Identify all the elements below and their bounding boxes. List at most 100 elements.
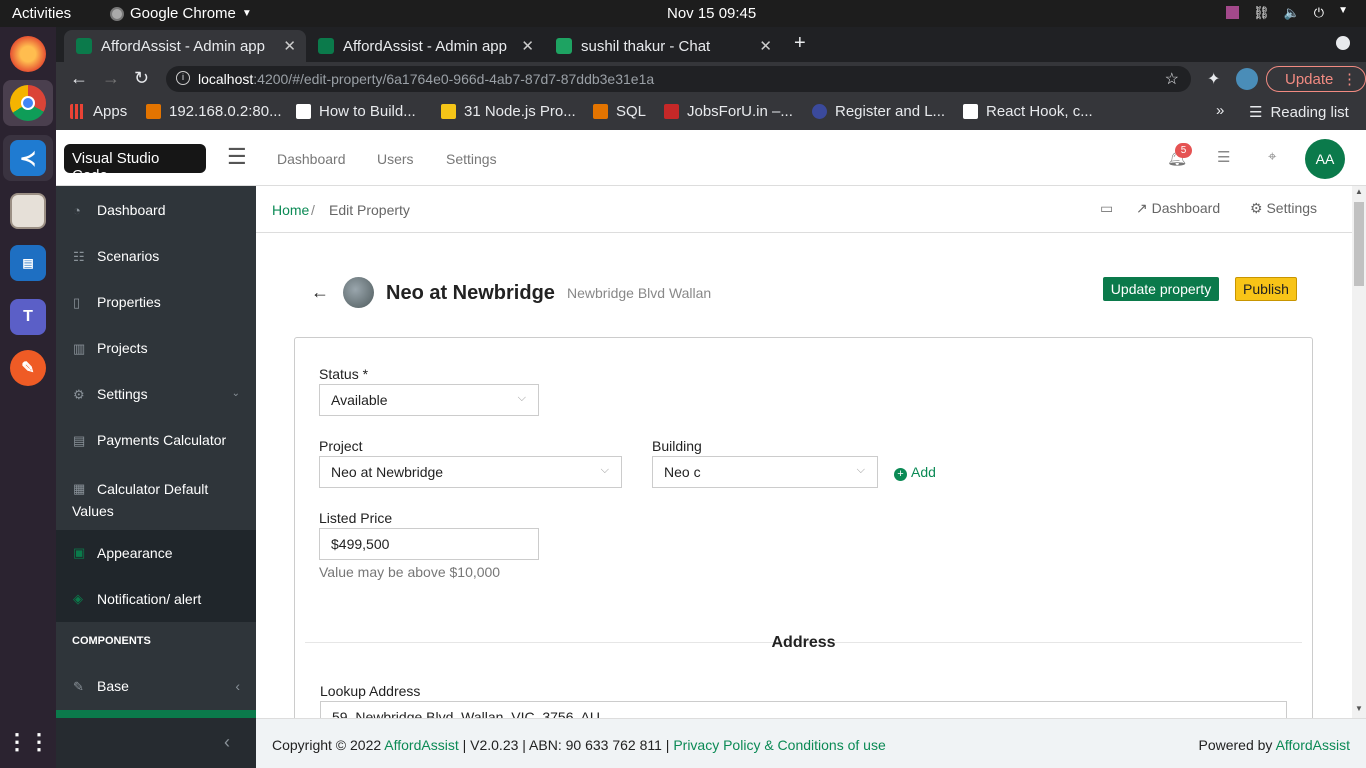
brand-link[interactable]: AffordAssist: [384, 737, 458, 753]
listed-price-input[interactable]: $499,500: [319, 528, 539, 560]
tab-affordassist-1[interactable]: AffordAssist - Admin app ✕: [64, 30, 306, 62]
postman-icon[interactable]: ✎: [10, 350, 46, 386]
update-property-button[interactable]: Update property: [1103, 277, 1219, 301]
back-icon[interactable]: ←: [70, 68, 88, 89]
hamburger-icon[interactable]: ☰: [227, 144, 247, 170]
firefox-icon[interactable]: [10, 36, 46, 72]
tab-search-icon[interactable]: [1336, 36, 1350, 50]
sidebar-item-label: Dashboard: [97, 202, 166, 218]
bookmark-item[interactable]: React Hook, c...: [963, 103, 1093, 120]
location-pin-icon[interactable]: ⌖: [1268, 148, 1276, 165]
jobs-icon: [664, 104, 679, 119]
privacy-policy-link[interactable]: Privacy Policy & Conditions of use: [673, 737, 885, 753]
url-input[interactable]: i localhost:4200/#/edit-property/6a1764e…: [166, 66, 1191, 92]
breadcrumb-action-label: Dashboard: [1151, 200, 1221, 216]
chrome-dock-icon[interactable]: [10, 85, 46, 121]
profile-avatar[interactable]: [1236, 68, 1258, 90]
sidebar-item-projects[interactable]: ▥ Projects: [56, 340, 256, 356]
new-tab-icon[interactable]: +: [794, 32, 806, 55]
breadcrumb-current: Edit Property: [329, 202, 410, 218]
breadcrumb: Home / Edit Property ▭ ↗ Dashboard ⚙ Set…: [256, 186, 1352, 233]
sidebar-item-label: Notification/ alert: [97, 591, 202, 607]
nav-settings[interactable]: Settings: [446, 151, 497, 167]
bar-chart-icon: ▥: [73, 341, 86, 356]
info-icon[interactable]: i: [176, 71, 190, 85]
tab-chat[interactable]: sushil thakur - Chat ✕: [544, 30, 782, 62]
sidebar-item-dashboard[interactable]: ◔ Dashboard: [56, 202, 256, 218]
nav-users[interactable]: Users: [377, 151, 414, 167]
publish-button[interactable]: Publish: [1235, 277, 1297, 301]
sidebar-item-settings[interactable]: ⚙ Settings ⌄: [56, 386, 256, 402]
listed-price-label: Listed Price: [319, 510, 393, 526]
close-icon[interactable]: ✕: [283, 37, 296, 55]
files-icon[interactable]: [10, 193, 46, 229]
price-hint: Value may be above $10,000: [319, 564, 501, 580]
sidebar-item-properties[interactable]: ▯ Properties: [56, 294, 256, 310]
sidebar-item-notification[interactable]: ◈ Notification/ alert: [56, 576, 256, 622]
update-label: Update: [1285, 71, 1334, 88]
app-root: ☰ Dashboard Users Settings 🔔︎ 5 ☰ ⌖ AA ◔…: [56, 130, 1366, 768]
scroll-up-icon[interactable]: ▲: [1355, 187, 1363, 196]
scroll-thumb[interactable]: [1354, 202, 1364, 286]
clock[interactable]: Nov 15 09:45: [667, 5, 756, 22]
breadcrumb-home[interactable]: Home: [272, 202, 309, 218]
sidebar-item-base[interactable]: ✎ Base ‹: [56, 678, 256, 694]
bookmark-item[interactable]: SQL: [593, 103, 646, 120]
status-value: Available: [331, 392, 388, 408]
writer-icon[interactable]: ▤: [10, 245, 46, 281]
breadcrumb-dashboard-link[interactable]: ↗ Dashboard: [1136, 200, 1220, 217]
update-button[interactable]: Update ⋮: [1266, 66, 1366, 92]
avatar[interactable]: AA: [1305, 139, 1345, 179]
bookmarks-overflow-icon[interactable]: »: [1216, 102, 1224, 119]
main-scrollbar[interactable]: ▲ ▼: [1352, 186, 1366, 718]
close-icon[interactable]: ✕: [759, 37, 772, 55]
sidebar-item-payments-calculator[interactable]: ▤ Payments Calculator: [56, 432, 256, 448]
url-path: :4200/#/edit-property/6a1764e0-966d-4ab7…: [253, 71, 655, 87]
app-header: ☰ Dashboard Users Settings 🔔︎ 5 ☰ ⌖ AA: [56, 130, 1366, 186]
add-building-button[interactable]: + Add: [894, 464, 936, 481]
list-icon[interactable]: ☰: [1217, 148, 1230, 166]
reading-list[interactable]: ☰ Reading list: [1249, 103, 1349, 122]
breadcrumb-separator: /: [311, 202, 315, 218]
activities-button[interactable]: Activities: [12, 5, 71, 22]
back-arrow-icon[interactable]: ←: [311, 282, 329, 303]
codecademy-icon: [296, 104, 311, 119]
nav-dashboard[interactable]: Dashboard: [277, 151, 346, 167]
sidebar-item-calculator-defaults[interactable]: ▦ Calculator Default Values: [56, 478, 246, 522]
star-icon[interactable]: ☆: [1165, 69, 1179, 89]
listed-price-value: $499,500: [331, 536, 390, 552]
project-select[interactable]: Neo at Newbridge ⌵: [319, 456, 622, 488]
tab-title: AffordAssist - Admin app: [343, 37, 507, 55]
bookmark-item[interactable]: Register and L...: [812, 103, 945, 120]
status-select[interactable]: Available ⌵: [319, 384, 539, 416]
sidebar: ◔ Dashboard ☷ Scenarios ▯ Properties ▥ Proje…: [56, 186, 256, 768]
system-tray[interactable]: ⛓ 🔈 ⏻ ▼: [1226, 5, 1348, 21]
extensions-icon[interactable]: ✦: [1207, 69, 1220, 89]
tab-affordassist-2[interactable]: AffordAssist - Admin app ✕: [306, 30, 544, 62]
bookmark-apps[interactable]: Apps: [70, 103, 127, 120]
bookmark-item[interactable]: 31 Node.js Pro...: [441, 103, 576, 120]
sidebar-item-scenarios[interactable]: ☷ Scenarios: [56, 248, 256, 264]
bookmark-item[interactable]: 192.168.0.2:80...: [146, 103, 282, 120]
app-menu[interactable]: Google Chrome ▼: [110, 5, 252, 22]
breadcrumb-settings-link[interactable]: ⚙ Settings: [1250, 200, 1317, 217]
lookup-address-input[interactable]: 59, Newbridge Blvd, Wallan, VIC, 3756, A…: [320, 701, 1287, 718]
close-icon[interactable]: ✕: [521, 37, 534, 55]
building-select[interactable]: Neo c ⌵: [652, 456, 878, 488]
sidebar-minimizer[interactable]: ‹: [56, 718, 256, 768]
teams-icon[interactable]: T: [10, 299, 46, 335]
scroll-down-icon[interactable]: ▼: [1355, 704, 1363, 713]
reload-icon[interactable]: ↻: [134, 68, 149, 89]
forward-icon[interactable]: →: [102, 68, 120, 89]
sidebar-item-appearance[interactable]: ▣ Appearance: [56, 530, 256, 576]
sidebar-item-label: Calculator Default Values: [72, 481, 209, 519]
app-grid-icon[interactable]: ⋮⋮: [6, 724, 50, 760]
bookmark-label: SQL: [616, 103, 647, 120]
vscode-icon[interactable]: ≺: [10, 140, 46, 176]
comment-icon[interactable]: ▭: [1100, 200, 1113, 217]
building-icon: ▯: [73, 295, 81, 310]
brand-link[interactable]: AffordAssist: [1276, 737, 1350, 753]
chat-favicon: [556, 38, 572, 54]
bookmark-item[interactable]: How to Build...: [296, 103, 416, 120]
bookmark-item[interactable]: JobsForU.in –...: [664, 103, 793, 120]
